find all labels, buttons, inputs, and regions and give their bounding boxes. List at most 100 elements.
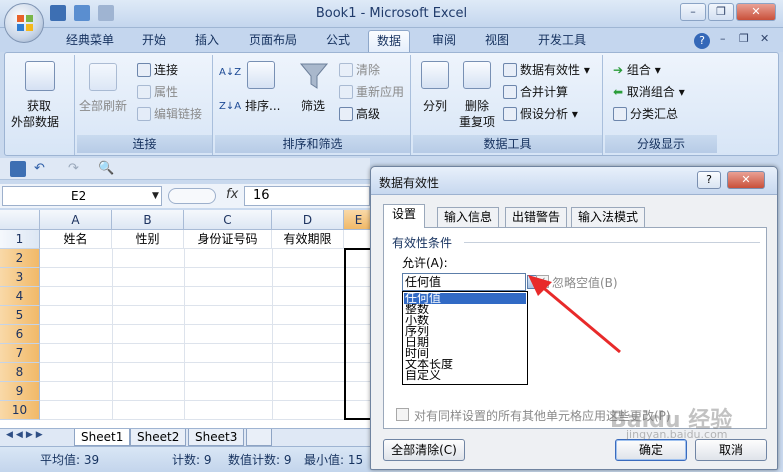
- get-external-data-label1[interactable]: 获取: [27, 97, 51, 114]
- row-header[interactable]: 2: [0, 249, 40, 268]
- worksheet-grid[interactable]: A B C D E 1 2 3 4 5 6 7 8 9 10 姓名 性别 身份证…: [0, 210, 374, 428]
- option-custom[interactable]: 自定义: [404, 370, 526, 381]
- redo-icon-2[interactable]: ↷: [68, 161, 79, 176]
- row-header[interactable]: 3: [0, 268, 40, 287]
- refresh-all-button[interactable]: 全部刷新: [79, 97, 127, 114]
- row-header[interactable]: 4: [0, 287, 40, 306]
- filter-button[interactable]: 筛选: [301, 97, 325, 114]
- tab-insert[interactable]: 插入: [187, 30, 227, 52]
- properties-button[interactable]: 属性: [137, 83, 178, 100]
- empty-cells[interactable]: [40, 249, 370, 420]
- tab-error-alert[interactable]: 出错警告: [505, 207, 568, 227]
- option-any-value[interactable]: 任何值: [404, 293, 526, 304]
- row-header[interactable]: 10: [0, 401, 40, 420]
- insert-sheet-icon[interactable]: [246, 429, 272, 446]
- option-whole-number[interactable]: 整数: [404, 304, 526, 315]
- name-box-dropdown-icon[interactable]: ▼: [152, 191, 159, 201]
- cell-b1[interactable]: 性别: [112, 230, 184, 249]
- row-header[interactable]: 1: [0, 230, 40, 249]
- reapply-button[interactable]: 重新应用: [339, 83, 404, 100]
- ungroup-button[interactable]: ⬅ 取消组合 ▾: [613, 83, 685, 100]
- column-header-a[interactable]: A: [40, 210, 112, 230]
- cell-d1[interactable]: 有效期限: [272, 230, 344, 249]
- tab-page-layout[interactable]: 页面布局: [241, 30, 305, 52]
- advanced-button[interactable]: 高级: [339, 105, 380, 122]
- sheet-tab-3[interactable]: Sheet3: [188, 429, 245, 446]
- sort-button[interactable]: 排序...: [245, 97, 280, 114]
- tab-data[interactable]: 数据: [368, 30, 411, 52]
- tab-formulas[interactable]: 公式: [318, 30, 358, 52]
- office-button[interactable]: [4, 3, 44, 43]
- what-if-button[interactable]: 假设分析 ▾: [503, 105, 578, 122]
- clear-button[interactable]: 清除: [339, 61, 380, 78]
- tab-developer[interactable]: 开发工具: [530, 30, 594, 52]
- select-all-corner[interactable]: [0, 210, 40, 230]
- save-icon-2[interactable]: [10, 161, 26, 177]
- ignore-blank-checkbox[interactable]: ✓: [536, 275, 549, 288]
- sheet-tab-1[interactable]: Sheet1: [74, 429, 131, 446]
- status-bar: 平均值: 39 计数: 9 数值计数: 9 最小值: 15: [0, 446, 370, 472]
- remove-duplicates-label2[interactable]: 重复项: [459, 113, 495, 130]
- sheet-nav-arrows-icon[interactable]: ◀◀▶▶: [6, 430, 46, 440]
- tab-input-message[interactable]: 输入信息: [437, 207, 500, 227]
- allow-select[interactable]: 任何值 ▼: [402, 273, 543, 291]
- row-header[interactable]: 9: [0, 382, 40, 401]
- tab-classic-menu[interactable]: 经典菜单: [58, 30, 122, 52]
- clear-all-button[interactable]: 全部清除(C): [383, 439, 465, 461]
- formula-bar-splitter[interactable]: [168, 188, 216, 204]
- ribbon-minimize-icon[interactable]: –: [720, 32, 726, 45]
- get-external-data-label2[interactable]: 外部数据: [11, 113, 59, 130]
- column-header-b[interactable]: B: [112, 210, 184, 230]
- cell-a1[interactable]: 姓名: [40, 230, 112, 249]
- undo-icon-2[interactable]: ↶: [34, 161, 45, 176]
- tab-home[interactable]: 开始: [134, 30, 174, 52]
- tab-review[interactable]: 审阅: [424, 30, 464, 52]
- remove-duplicates-label1[interactable]: 删除: [465, 97, 489, 114]
- consolidate-button[interactable]: 合并计算: [503, 83, 568, 100]
- sheet-tab-2[interactable]: Sheet2: [130, 429, 187, 446]
- option-date[interactable]: 日期: [404, 337, 526, 348]
- row-header[interactable]: 5: [0, 306, 40, 325]
- option-text-length[interactable]: 文本长度: [404, 359, 526, 370]
- row-header[interactable]: 8: [0, 363, 40, 382]
- text-to-columns-button[interactable]: 分列: [423, 97, 447, 114]
- data-validation-icon: [503, 63, 517, 77]
- apply-all-checkbox[interactable]: [396, 408, 409, 421]
- sort-az-icon[interactable]: A↓Z: [219, 67, 241, 78]
- close-button[interactable]: ✕: [736, 3, 776, 21]
- subtotal-button[interactable]: 分类汇总: [613, 105, 678, 122]
- tab-settings[interactable]: 设置: [383, 204, 426, 228]
- column-header-c[interactable]: C: [184, 210, 272, 230]
- row-header[interactable]: 6: [0, 325, 40, 344]
- column-header-d[interactable]: D: [272, 210, 344, 230]
- consolidate-label: 合并计算: [520, 85, 569, 99]
- name-box[interactable]: E2: [2, 186, 162, 206]
- cell-c1[interactable]: 身份证号码: [184, 230, 272, 249]
- minimize-button[interactable]: –: [680, 3, 706, 21]
- option-list[interactable]: 序列: [404, 326, 526, 337]
- tab-view[interactable]: 视图: [477, 30, 517, 52]
- dialog-help-button[interactable]: ?: [697, 171, 721, 189]
- group-external-data: 获取 外部数据: [5, 55, 75, 155]
- insert-function-icon[interactable]: fx: [226, 187, 238, 202]
- cancel-button[interactable]: 取消: [695, 439, 767, 461]
- dialog-close-button[interactable]: ✕: [727, 171, 765, 189]
- formula-input[interactable]: 16: [244, 186, 370, 206]
- group-button[interactable]: ➔ 组合 ▾: [613, 61, 661, 78]
- ribbon-restore-icon[interactable]: ❐: [739, 32, 749, 45]
- data-validation-button[interactable]: 数据有效性 ▾: [503, 61, 590, 78]
- ok-button[interactable]: 确定: [615, 439, 687, 461]
- ribbon-close-icon[interactable]: ✕: [760, 32, 769, 45]
- print-preview-icon[interactable]: 🔍: [98, 161, 114, 176]
- tab-ime-mode[interactable]: 输入法模式: [571, 207, 646, 227]
- help-icon[interactable]: ?: [694, 33, 710, 49]
- option-decimal[interactable]: 小数: [404, 315, 526, 326]
- allow-select-value: 任何值: [405, 275, 442, 289]
- connections-button[interactable]: 连接: [137, 61, 178, 78]
- restore-button[interactable]: ❐: [708, 3, 734, 21]
- dialog-title: 数据有效性: [379, 176, 440, 190]
- edit-links-button[interactable]: 编辑链接: [137, 105, 202, 122]
- sort-za-icon[interactable]: Z↓A: [219, 101, 241, 112]
- row-header[interactable]: 7: [0, 344, 40, 363]
- option-time[interactable]: 时间: [404, 348, 526, 359]
